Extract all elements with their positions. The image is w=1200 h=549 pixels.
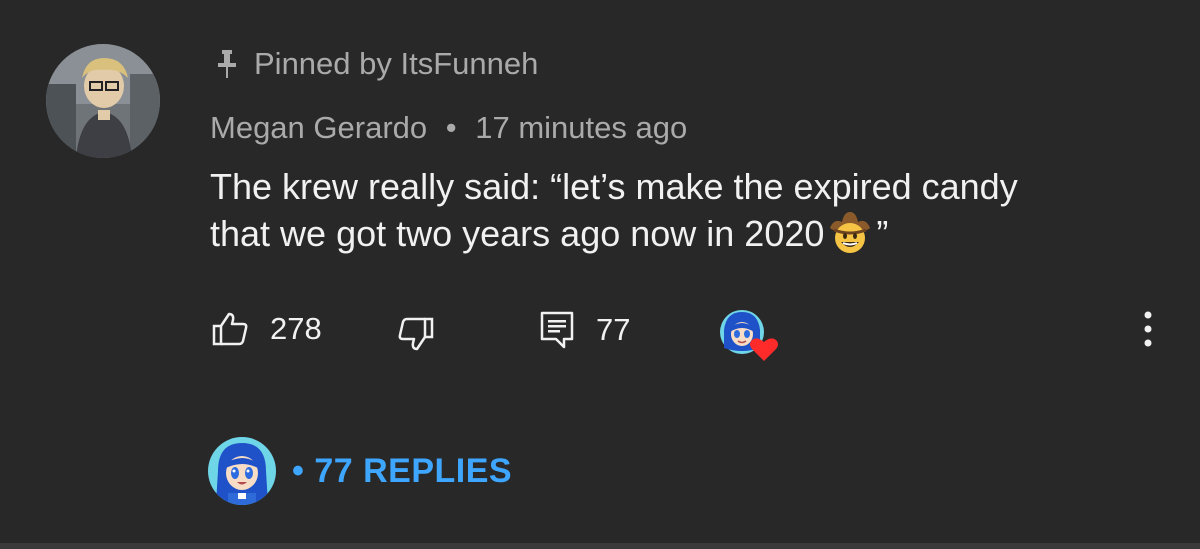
author-name[interactable]: Megan Gerardo <box>210 110 427 145</box>
meta-separator: • <box>445 110 457 145</box>
pinned-indicator: Pinned by ItsFunneh <box>216 44 538 84</box>
view-replies[interactable]: • 77 REPLIES <box>208 437 512 505</box>
comment-text-line-2a: that we got two years ago now in 2020 <box>210 213 825 254</box>
view-replies-link[interactable]: • 77 REPLIES <box>292 452 512 491</box>
comment-meta: Megan Gerardo • 17 minutes ago <box>210 108 687 148</box>
heart-icon <box>750 338 778 361</box>
more-vertical-icon <box>1144 311 1152 347</box>
comment-text-line-1: The krew really said: “let’s make the ex… <box>210 166 1018 207</box>
more-options-button[interactable] <box>1138 309 1158 349</box>
reply-button[interactable]: 77 <box>540 311 630 349</box>
divider <box>0 543 1200 549</box>
creator-heart <box>718 308 778 364</box>
comment-body: The krew really said: “let’s make the ex… <box>210 164 1150 257</box>
like-count: 278 <box>270 311 322 346</box>
pinned-label: Pinned by ItsFunneh <box>254 46 539 81</box>
comment-timestamp[interactable]: 17 minutes ago <box>475 110 687 145</box>
comment-text-line-2b: ” <box>876 213 889 254</box>
like-button[interactable]: 278 <box>212 311 322 347</box>
replier-avatar <box>208 437 276 505</box>
cowboy-emoji-icon <box>830 212 871 253</box>
pin-icon <box>218 50 236 78</box>
comment-icon <box>540 311 574 349</box>
comment-text-line-2: that we got two years ago now in 2020 ” <box>210 210 1150 257</box>
commenter-avatar[interactable] <box>46 44 160 158</box>
thumbs-down-icon <box>398 317 434 351</box>
comment-actions: 278 77 <box>0 305 1200 361</box>
reply-count: 77 <box>596 312 631 347</box>
dislike-button[interactable] <box>398 317 434 351</box>
thumbs-up-icon <box>212 312 248 346</box>
